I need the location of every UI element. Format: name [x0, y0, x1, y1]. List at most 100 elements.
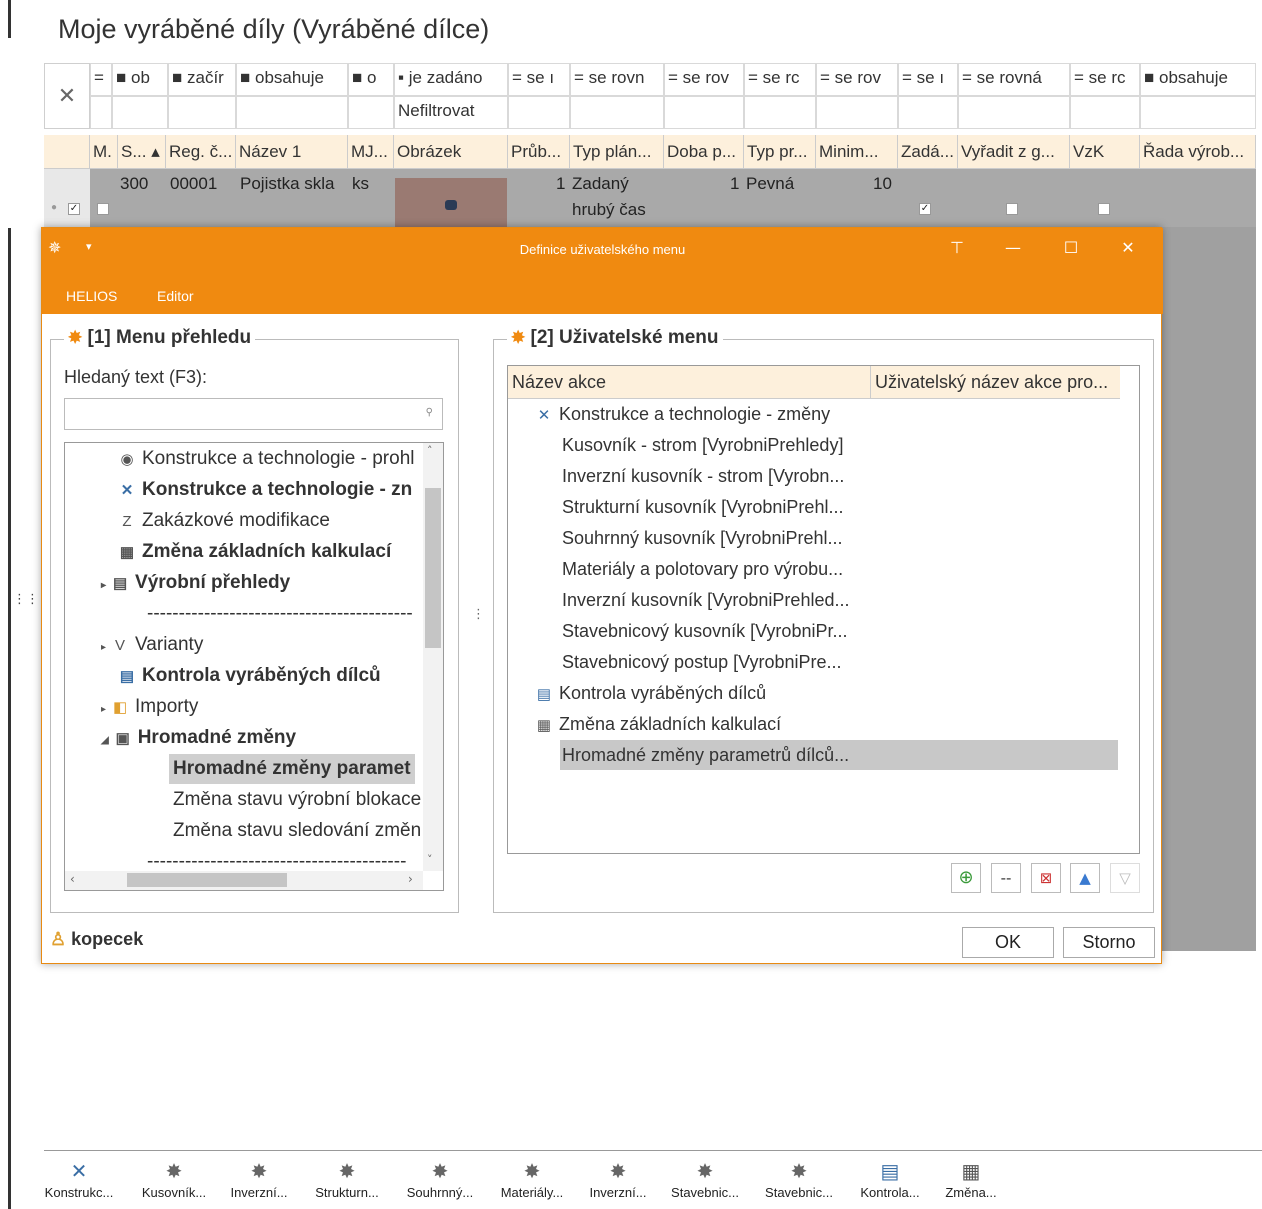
tree-item[interactable]: Změna stavu sledování změn: [173, 816, 421, 846]
header-cell[interactable]: Zadá...: [898, 135, 958, 169]
filter-value[interactable]: [508, 96, 570, 129]
clear-filter-icon[interactable]: ✕: [44, 63, 90, 129]
filter-op[interactable]: ■ obsahuje: [1140, 63, 1256, 96]
tree-item-selected[interactable]: Hromadné změny paramet: [169, 754, 415, 784]
add-icon[interactable]: ⊕: [951, 863, 981, 893]
tree-item[interactable]: Stavebnicový kusovník [VyrobniPr...: [562, 616, 847, 646]
filter-op[interactable]: = se rov: [816, 63, 898, 96]
row-select-checkbox[interactable]: ✓: [68, 203, 80, 215]
filter-op[interactable]: = se ı: [898, 63, 958, 96]
tree-item[interactable]: Změna stavu výrobní blokace: [173, 785, 421, 815]
header-cell[interactable]: Název 1: [236, 135, 348, 169]
filter-value[interactable]: [570, 96, 664, 129]
scroll-left-icon[interactable]: ‹: [70, 872, 75, 886]
filter-op[interactable]: ■ o: [348, 63, 394, 96]
filter-nefiltrovat[interactable]: Nefiltrovat: [394, 96, 508, 129]
filter-op[interactable]: = se ı: [508, 63, 570, 96]
filter-value[interactable]: [816, 96, 898, 129]
taskbar-item[interactable]: ✸ Materiály...: [491, 1152, 573, 1209]
filter-op[interactable]: = se rov: [664, 63, 744, 96]
filter-op[interactable]: = se rc: [1070, 63, 1140, 96]
tree-item[interactable]: Inverzní kusovník [VyrobniPrehled...: [562, 585, 849, 615]
header-cell[interactable]: Vyřadit z g...: [958, 135, 1070, 169]
expand-icon[interactable]: ▸: [101, 642, 106, 653]
header-cell[interactable]: Typ pr...: [744, 135, 816, 169]
filter-op[interactable]: ■ ob: [112, 63, 168, 96]
storno-button[interactable]: Storno: [1063, 927, 1155, 958]
tab-helios[interactable]: HELIOS: [66, 288, 117, 304]
filter-op[interactable]: ▪ je zadáno: [394, 63, 508, 96]
scroll-thumb-h[interactable]: [127, 873, 287, 887]
tree-item[interactable]: ▤ Kontrola vyráběných dílců: [117, 661, 381, 691]
header-cell[interactable]: Minim...: [816, 135, 898, 169]
taskbar-item[interactable]: ✸ Souhrnný...: [398, 1152, 482, 1209]
tree-item[interactable]: Kusovník - strom [VyrobniPrehledy]: [562, 430, 843, 460]
expand-icon[interactable]: ▸: [101, 580, 106, 591]
filter-value[interactable]: [898, 96, 958, 129]
taskbar-item[interactable]: ▦ Změna...: [937, 1152, 1005, 1209]
filter-value[interactable]: [664, 96, 744, 129]
tree-item[interactable]: ✕ Konstrukce a technologie - změny: [534, 399, 830, 429]
maximize-icon[interactable]: ☐: [1056, 238, 1086, 257]
ok-button[interactable]: OK: [962, 927, 1054, 958]
add-separator-button[interactable]: --: [991, 863, 1021, 893]
header-cell[interactable]: Reg. č...: [166, 135, 236, 169]
filter-op[interactable]: = se rc: [744, 63, 816, 96]
tree-item[interactable]: ▸ ◧ Importy: [101, 692, 198, 722]
filter-value[interactable]: [958, 96, 1070, 129]
m-checkbox[interactable]: [97, 203, 109, 215]
splitter-handle[interactable]: ⋮⋮: [13, 593, 39, 606]
zadano-checkbox[interactable]: ✓: [919, 203, 931, 215]
col-nazev-akce[interactable]: Název akce: [512, 372, 606, 393]
taskbar-item[interactable]: ✸ Strukturn...: [305, 1152, 389, 1209]
filter-value[interactable]: [90, 96, 112, 129]
move-up-icon[interactable]: ▲: [1070, 863, 1100, 893]
tree-item[interactable]: ▸ ▤ Výrobní přehledy: [101, 568, 290, 598]
tree-item[interactable]: Inverzní kusovník - strom [Vyrobn...: [562, 461, 844, 491]
header-cell[interactable]: Řada výrob...: [1140, 135, 1256, 169]
filter-op[interactable]: ■ obsahuje: [236, 63, 348, 96]
header-cell[interactable]: M.: [90, 135, 118, 169]
move-down-icon[interactable]: ▽: [1110, 863, 1140, 893]
header-cell[interactable]: Obrázek: [394, 135, 508, 169]
header-cell[interactable]: Průb...: [508, 135, 570, 169]
filter-value[interactable]: [348, 96, 394, 129]
taskbar-item[interactable]: ✸ Inverzní...: [223, 1152, 295, 1209]
taskbar-item[interactable]: ✸ Stavebnic...: [757, 1152, 841, 1209]
scroll-thumb[interactable]: [425, 488, 441, 648]
scroll-up-icon[interactable]: ˄: [427, 444, 433, 457]
taskbar-item[interactable]: ✕ Konstrukc...: [35, 1152, 123, 1209]
delete-icon[interactable]: ⊠: [1031, 863, 1061, 893]
tree-item[interactable]: Stavebnicový postup [VyrobniPre...: [562, 647, 841, 677]
filter-value[interactable]: [1070, 96, 1140, 129]
taskbar-item[interactable]: ✸ Kusovník...: [133, 1152, 215, 1209]
vzk-checkbox[interactable]: [1098, 203, 1110, 215]
scroll-down-icon[interactable]: ˅: [427, 853, 433, 866]
tree-item[interactable]: ▸ V Varianty: [101, 630, 203, 660]
tab-editor[interactable]: Editor: [157, 288, 194, 304]
search-input[interactable]: ⚲: [64, 398, 443, 430]
vertical-scrollbar[interactable]: ˄ ˅: [423, 443, 443, 871]
header-cell[interactable]: VzK: [1070, 135, 1140, 169]
header-cell[interactable]: S... ▴: [118, 135, 166, 169]
col-uzivatelsky-nazev[interactable]: Uživatelský název akce pro...: [875, 372, 1108, 393]
tree-separator[interactable]: ----------------------------------------…: [147, 847, 406, 873]
tree-item-selected[interactable]: Hromadné změny parametrů dílců...: [560, 740, 1118, 770]
filter-value[interactable]: [168, 96, 236, 129]
scroll-right-icon[interactable]: ›: [408, 872, 413, 886]
filter-op[interactable]: ■ začír: [168, 63, 236, 96]
collapse-icon[interactable]: ◢: [101, 735, 109, 746]
tree-item[interactable]: ▤ Kontrola vyráběných dílců: [534, 678, 766, 708]
close-icon[interactable]: ✕: [1113, 238, 1143, 257]
tree-item[interactable]: Z Zakázkové modifikace: [117, 506, 330, 536]
tree-item[interactable]: ◢ ▣ Hromadné změny: [101, 723, 296, 753]
filter-op[interactable]: = se rovná: [958, 63, 1070, 96]
vyradit-checkbox[interactable]: [1006, 203, 1018, 215]
pin-icon[interactable]: ⊤: [942, 238, 972, 257]
tree-separator[interactable]: ----------------------------------------…: [147, 599, 413, 629]
splitter-handle[interactable]: ⋮: [472, 607, 485, 622]
horizontal-scrollbar[interactable]: ‹ ›: [65, 871, 423, 890]
filter-value[interactable]: [236, 96, 348, 129]
tree-item[interactable]: ▦ Změna základních kalkulací: [117, 537, 391, 567]
tree-item[interactable]: Materiály a polotovary pro výrobu...: [562, 554, 843, 584]
